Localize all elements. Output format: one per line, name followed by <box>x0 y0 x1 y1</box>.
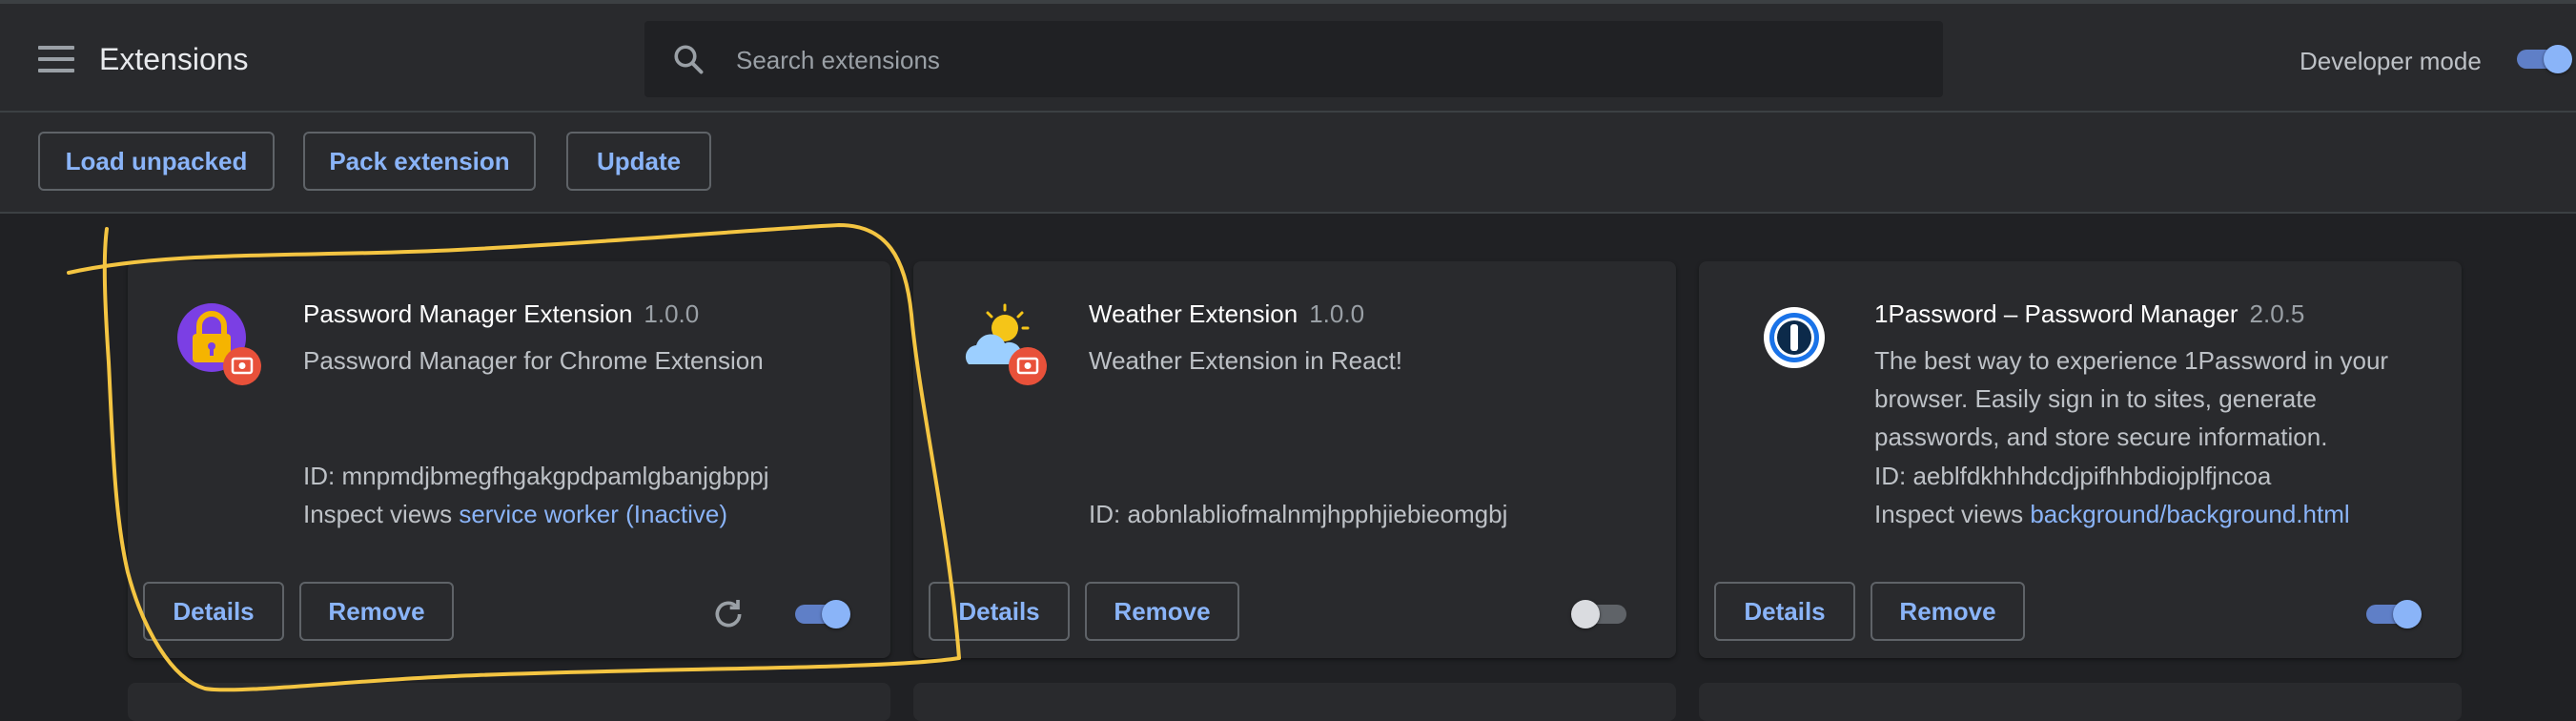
extension-version: 1.0.0 <box>1309 299 1365 328</box>
extension-card-partial <box>128 683 890 721</box>
extension-name-row: 1Password – Password Manager 2.0.5 <box>1874 298 2304 330</box>
extension-name: Weather Extension <box>1089 299 1298 328</box>
weather-icon <box>959 299 1054 395</box>
extension-name-row: Weather Extension 1.0.0 <box>1089 298 1364 330</box>
search-input[interactable] <box>734 21 1920 99</box>
page-title: Extensions <box>99 42 249 76</box>
lock-icon <box>174 299 269 395</box>
enable-toggle[interactable] <box>1571 593 1632 635</box>
extension-id: ID: aeblfdkhhhdcdjpifhhbdiojplfjncoa <box>1874 462 2272 490</box>
extension-name-row: Password Manager Extension 1.0.0 <box>303 298 699 330</box>
developer-toolbar: Load unpacked Pack extension Update <box>0 113 2576 214</box>
pack-extension-button[interactable]: Pack extension <box>303 132 536 191</box>
extension-id: ID: aobnlabliofmalnmjhpphjiebieomgbj <box>1089 500 1508 528</box>
extension-card-weather: Weather Extension 1.0.0 Weather Extension… <box>913 261 1676 658</box>
inspect-views-label: Inspect views <box>303 500 453 528</box>
developer-mode-toggle[interactable] <box>2511 38 2572 80</box>
inspect-views-row: Inspect views service worker (Inactive) <box>303 498 727 530</box>
extension-id: ID: mnpmdjbmegfhgakgpdpamlgbanjgbppj <box>303 462 769 490</box>
reload-icon[interactable] <box>709 595 747 633</box>
extension-description: Password Manager for Chrome Extension <box>303 346 764 375</box>
extension-card-1password: 1Password – Password Manager 2.0.5 The be… <box>1699 261 2462 658</box>
extension-description: The best way to experience 1Password in … <box>1874 346 2389 451</box>
developer-mode-label: Developer mode <box>2300 47 2482 75</box>
inspect-views-label: Inspect views <box>1874 500 2024 528</box>
extension-card-partial <box>913 683 1676 721</box>
update-button[interactable]: Update <box>566 132 711 191</box>
extension-name: Password Manager Extension <box>303 299 633 328</box>
search-icon <box>674 45 704 74</box>
remove-button[interactable]: Remove <box>299 582 454 641</box>
inspect-link-background[interactable]: background/background.html <box>2030 500 2349 528</box>
extension-description: Weather Extension in React! <box>1089 346 1403 375</box>
extension-card-partial <box>1699 683 2462 721</box>
details-button[interactable]: Details <box>929 582 1070 641</box>
extension-version: 2.0.5 <box>2249 299 2305 328</box>
extension-version: 1.0.0 <box>644 299 700 328</box>
1password-icon <box>1745 299 1840 395</box>
extension-card-password-manager: Password Manager Extension 1.0.0 Password… <box>128 261 890 658</box>
remove-button[interactable]: Remove <box>1085 582 1239 641</box>
enable-toggle[interactable] <box>2361 593 2422 635</box>
inspect-views-row: Inspect views background/background.html <box>1874 498 2350 530</box>
search-box[interactable] <box>644 21 1943 99</box>
details-button[interactable]: Details <box>1714 582 1855 641</box>
details-button[interactable]: Details <box>143 582 284 641</box>
hamburger-menu-icon[interactable] <box>38 46 74 74</box>
enable-toggle[interactable] <box>789 593 850 635</box>
load-unpacked-button[interactable]: Load unpacked <box>38 132 275 191</box>
header-bar: Extensions Developer mode <box>0 4 2576 113</box>
extension-name: 1Password – Password Manager <box>1874 299 2239 328</box>
remove-button[interactable]: Remove <box>1871 582 2025 641</box>
inspect-link-service-worker[interactable]: service worker (Inactive) <box>459 500 727 528</box>
